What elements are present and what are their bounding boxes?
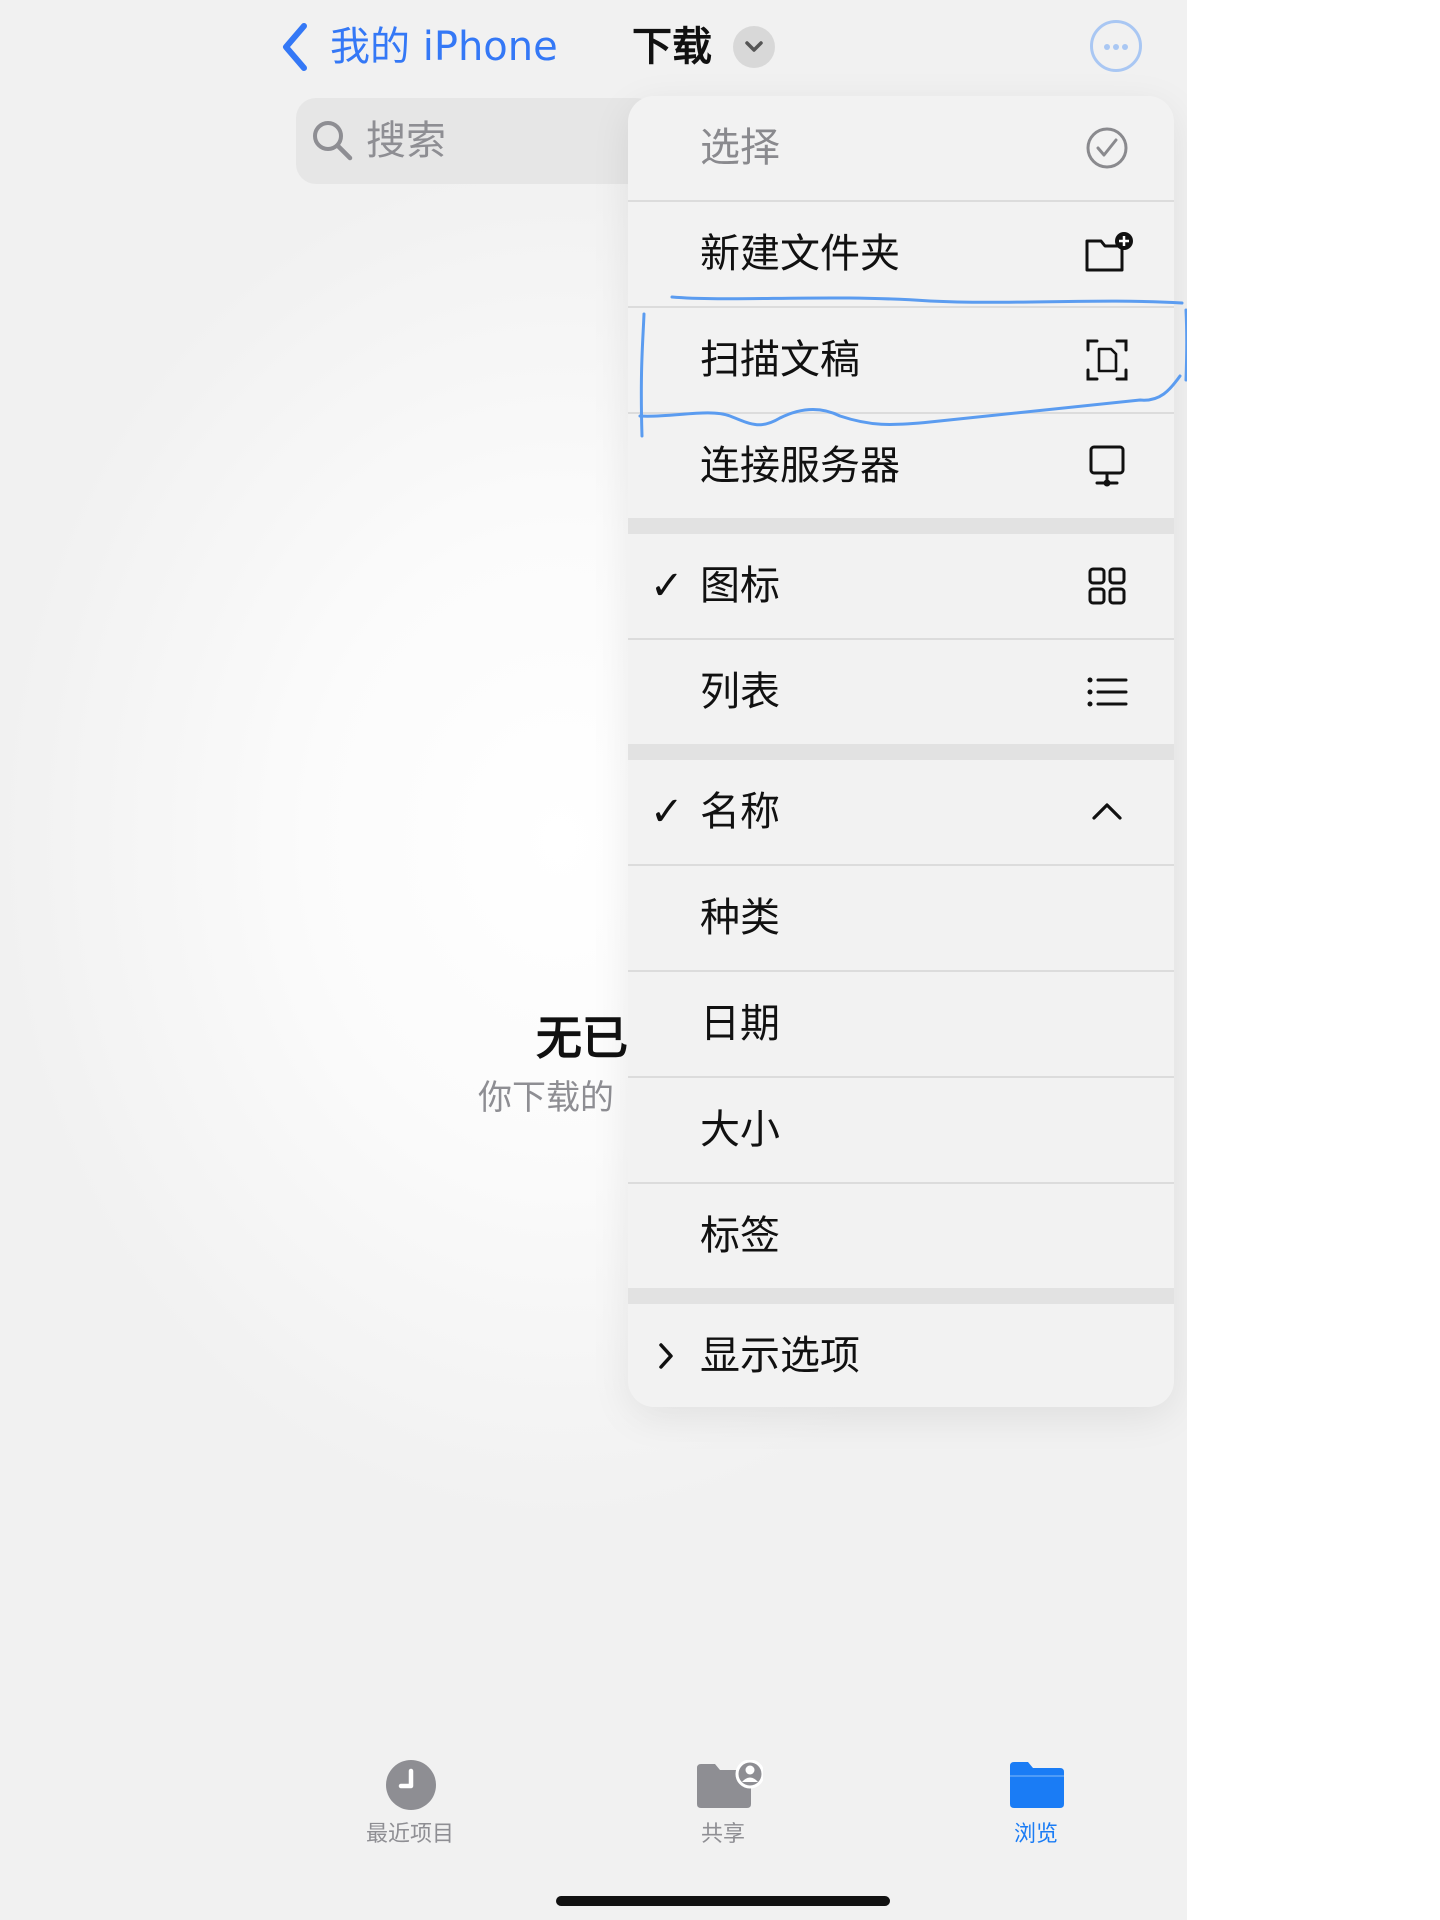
navigation-bar: 我的 iPhone 下载 [0,0,1187,92]
menu-item-new-folder[interactable]: 新建文件夹 [628,202,1174,306]
menu-item-sort-date[interactable]: 日期 [628,972,1174,1076]
checkmark-icon: ✓ [650,789,684,835]
folder-icon [1008,1760,1066,1810]
menu-item-label: 列表 [700,669,780,715]
menu-item-label: 连接服务器 [700,443,900,489]
title-menu-chevron-down-icon[interactable] [733,26,775,68]
search-placeholder: 搜索 [366,118,446,164]
empty-state-title: 无已 [536,1011,628,1065]
menu-section-gap [628,1288,1174,1304]
search-icon [313,121,353,161]
tab-label: 最近项目 [365,1822,454,1847]
menu-item-label: 新建文件夹 [700,231,900,277]
menu-item-label: 图标 [700,563,780,609]
menu-item-sort-name[interactable]: ✓ 名称 [628,760,1174,864]
list-icon [1084,669,1130,715]
chevron-right-icon [654,1333,678,1379]
tab-bar: 最近项目 共享 浏览 [0,1740,1187,1860]
doc-scan-icon [1084,337,1130,383]
more-menu: 选择 新建文件夹 扫描文稿 连接服务器 ✓ 图标 列表 ✓ 名称 种类 日期 大… [628,96,1174,1407]
tab-browse[interactable]: 浏览 [956,1740,1116,1860]
menu-item-sort-tags[interactable]: 标签 [628,1184,1174,1288]
shared-folder-icon [695,1759,765,1810]
menu-section-gap [628,518,1174,534]
empty-state-subtitle: 你下载的 [478,1078,614,1118]
tab-label: 浏览 [1013,1822,1058,1847]
page-title[interactable]: 下载 [632,22,712,72]
checkmark-circle-icon [1084,125,1130,171]
home-indicator [556,1896,890,1906]
menu-item-label: 名称 [700,789,780,835]
search-field[interactable]: 搜索 [296,98,656,184]
menu-item-view-list[interactable]: 列表 [628,640,1174,744]
menu-section-gap [628,744,1174,760]
clock-icon [382,1760,440,1810]
menu-item-scan-documents[interactable]: 扫描文稿 [628,308,1174,412]
menu-item-label: 扫描文稿 [700,337,860,383]
menu-item-view-icons[interactable]: ✓ 图标 [628,534,1174,638]
menu-item-sort-size[interactable]: 大小 [628,1078,1174,1182]
menu-item-label: 显示选项 [700,1333,860,1379]
files-app: 我的 iPhone 下载 搜索 无已 你下载的 选择 新建文件夹 扫描文稿 连接… [0,0,1187,1920]
grid-icon [1084,563,1130,609]
menu-item-label: 选择 [700,125,780,171]
folder-plus-icon [1084,231,1133,277]
tab-label: 共享 [700,1822,745,1847]
more-options-ellipsis-icon[interactable] [1090,20,1142,72]
server-display-icon [1084,443,1130,489]
menu-item-view-options[interactable]: 显示选项 [628,1304,1174,1407]
tab-shared[interactable]: 共享 [643,1740,803,1860]
menu-item-connect-server[interactable]: 连接服务器 [628,414,1174,518]
menu-item-label: 标签 [700,1213,780,1259]
chevron-up-icon [1084,789,1130,835]
checkmark-icon: ✓ [650,563,684,609]
menu-item-label: 日期 [700,1001,780,1047]
menu-item-label: 大小 [700,1107,780,1153]
menu-item-select[interactable]: 选择 [628,96,1174,200]
tab-recents[interactable]: 最近项目 [330,1740,490,1860]
menu-item-sort-kind[interactable]: 种类 [628,866,1174,970]
back-chevron-icon[interactable] [278,20,312,74]
back-button[interactable]: 我的 iPhone [330,22,558,72]
menu-item-label: 种类 [700,895,780,941]
